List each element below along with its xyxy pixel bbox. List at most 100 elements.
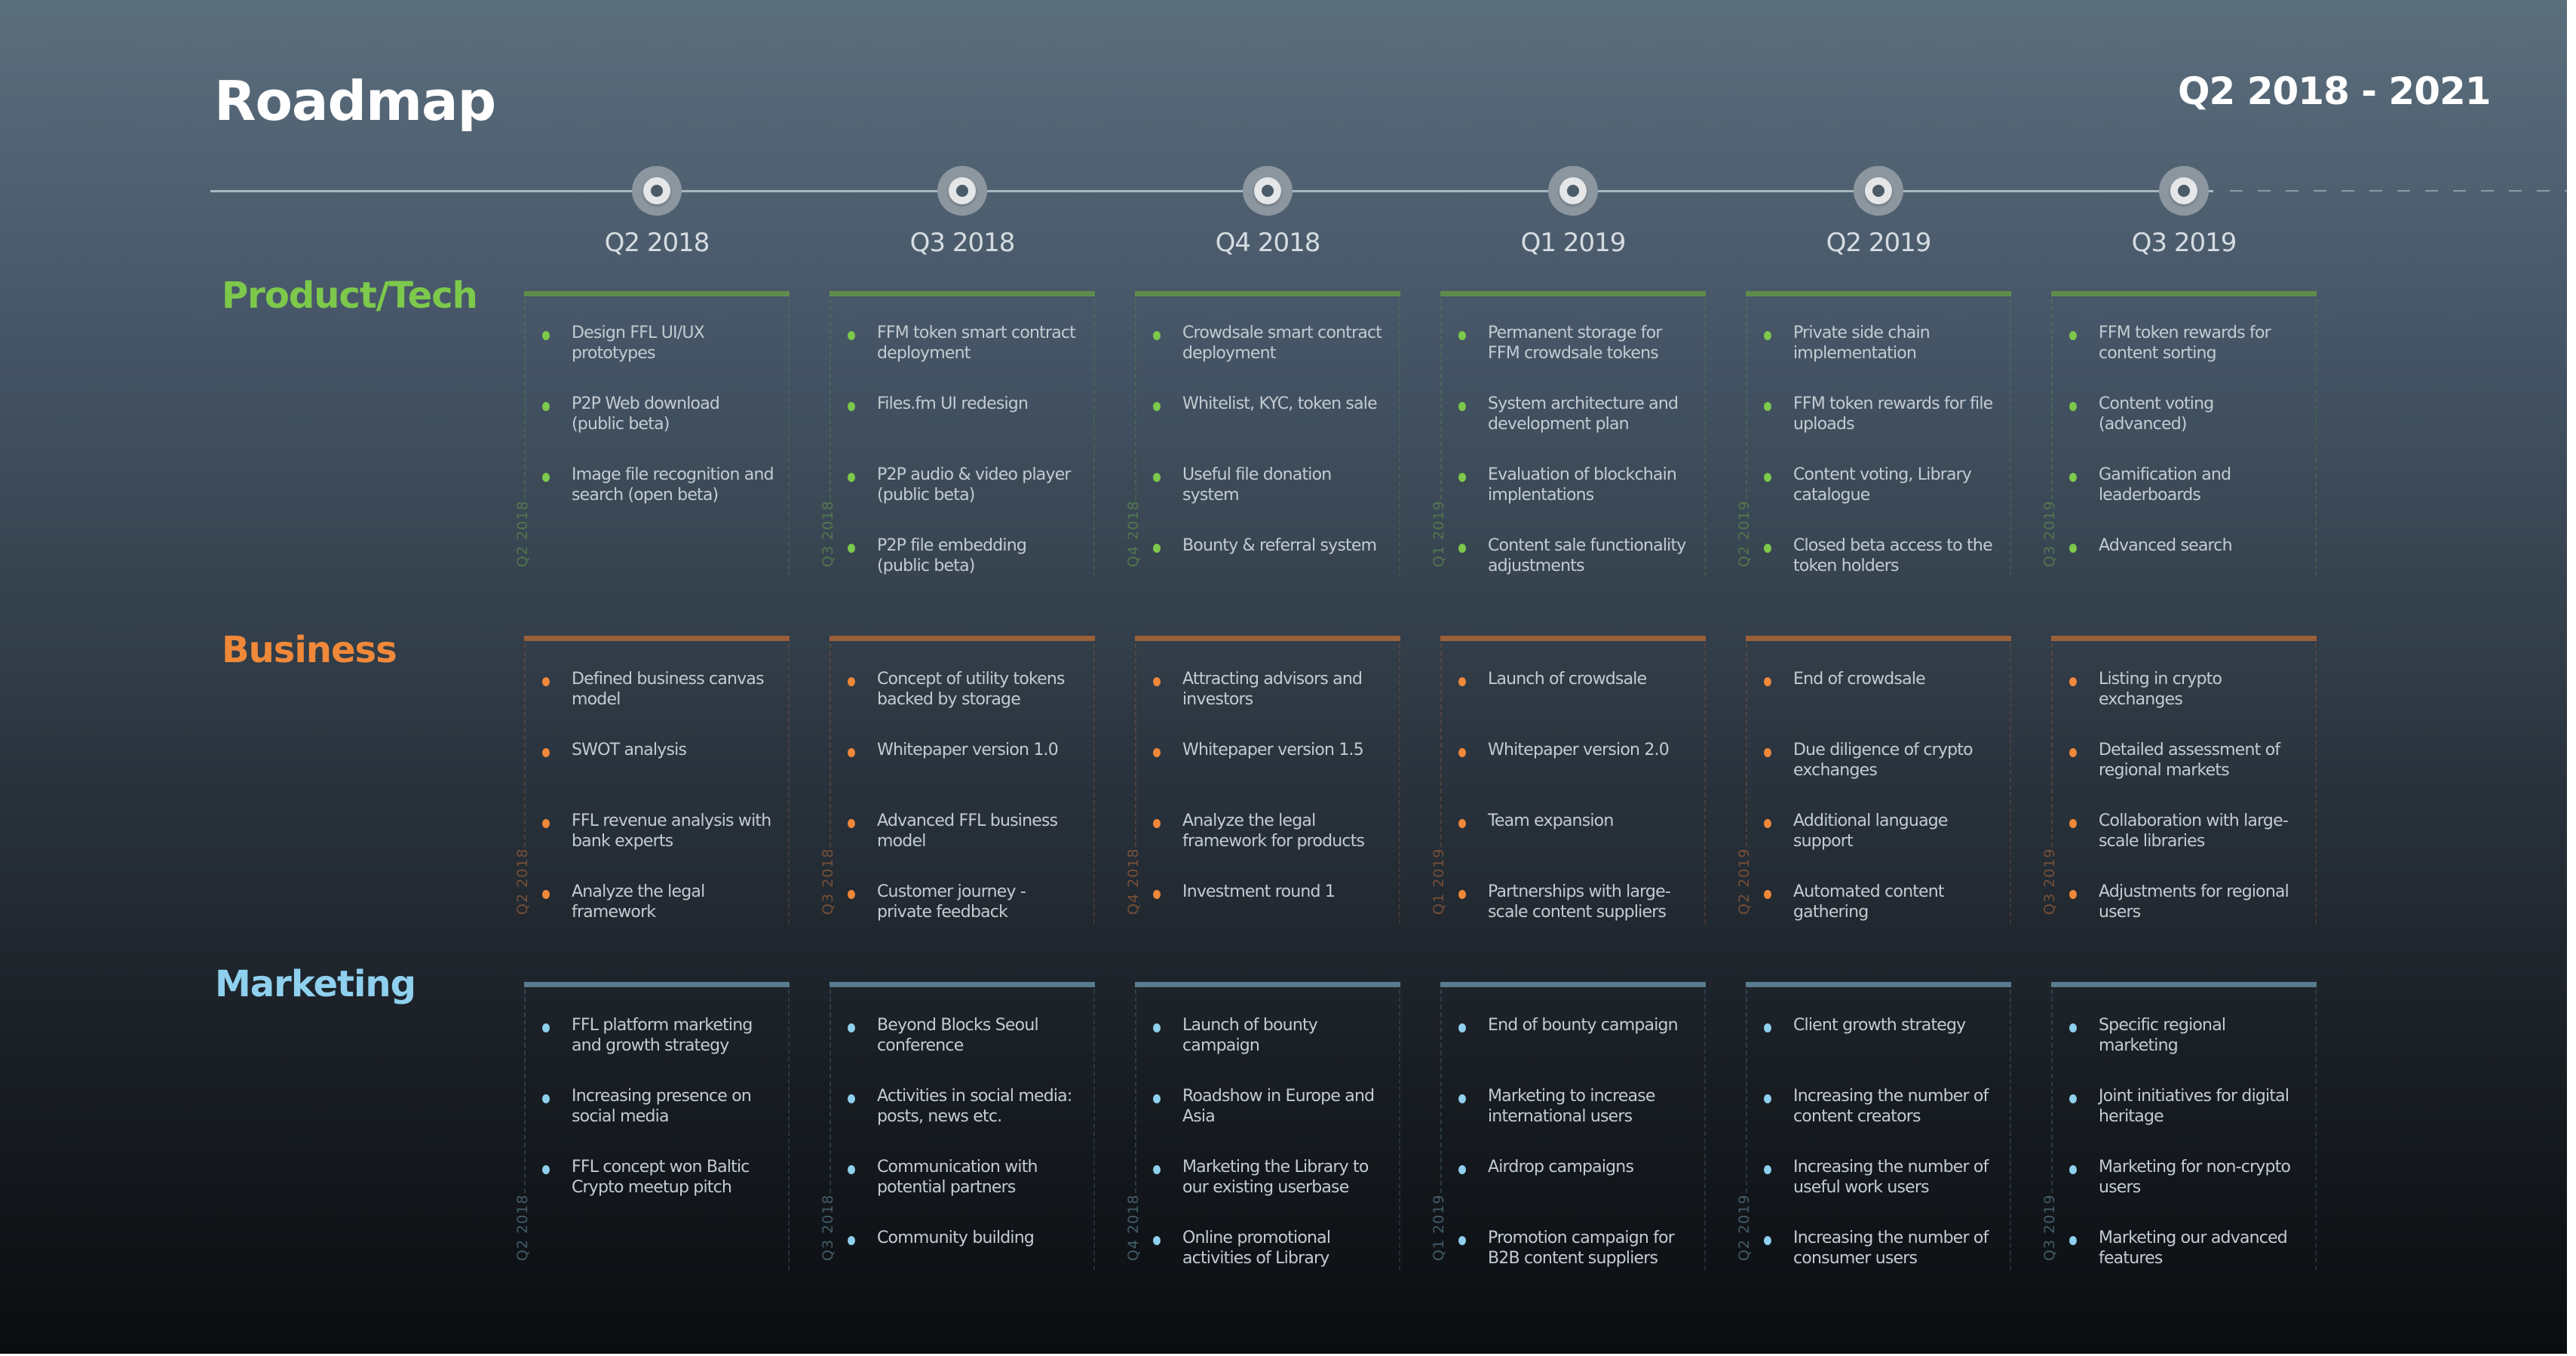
quarter-label: Q1 2019	[1520, 228, 1627, 258]
roadmap-item: P2P audio & video player (public beta)	[830, 465, 1095, 513]
roadmap-item: Partnerships with large-scale content su…	[1440, 882, 1706, 930]
roadmap-item: Whitelist, KYC, token sale	[1135, 394, 1400, 442]
roadmap-item-text: FFL platform marketing and growth strate…	[572, 1016, 753, 1055]
roadmap-item-text: Bounty & referral system	[1182, 536, 1377, 555]
bullet-icon	[1458, 819, 1466, 828]
bullet-icon	[2069, 1094, 2077, 1103]
roadmap-item: Communication with potential partners	[830, 1158, 1095, 1205]
roadmap-item: End of bounty campaign	[1440, 1016, 1706, 1063]
roadmap-item-text: Team expansion	[1488, 811, 1614, 830]
column-header-bar	[1746, 291, 2011, 296]
roadmap-item-text: Increasing the number of useful work use…	[1793, 1158, 1989, 1197]
section-label-product: Product/Tech	[222, 275, 478, 317]
roadmap-item-text: System architecture and development plan	[1488, 394, 1679, 434]
roadmap-item-text: Client growth strategy	[1793, 1016, 1966, 1035]
roadmap-item: Attracting advisors and investors	[1135, 670, 1400, 717]
roadmap-item-text: Marketing for non-crypto users	[2099, 1158, 2291, 1197]
roadmap-item: End of crowdsale	[1746, 670, 2011, 717]
roadmap-item: Additional language support	[1746, 811, 2011, 859]
roadmap-column-business: Q3 2019 Listing in crypto exchanges Detail…	[2041, 636, 2317, 924]
bullet-icon	[848, 1023, 855, 1032]
node-ring	[1559, 177, 1587, 204]
roadmap-item-text: Due diligence of crypto exchanges	[1793, 741, 1973, 780]
roadmap-item: Marketing our advanced features	[2051, 1229, 2317, 1276]
roadmap-item-text: End of bounty campaign	[1488, 1016, 1679, 1035]
bullet-icon	[2069, 1023, 2077, 1032]
bullet-icon	[1764, 544, 1771, 553]
roadmap-item: Advanced search	[2051, 536, 2317, 584]
bullet-icon	[2069, 748, 2077, 757]
roadmap-item-text: Additional language support	[1793, 811, 1948, 851]
roadmap-item: Advanced FFL business model	[830, 811, 1095, 859]
node-hole	[1872, 185, 1884, 197]
roadmap-item-text: Activities in social media: posts, news …	[877, 1087, 1072, 1126]
quarter-label: Q2 2019	[1826, 228, 1932, 258]
roadmap-column-business: Q3 2018 Concept of utility tokens backed …	[820, 636, 1095, 924]
column-header-bar	[830, 982, 1095, 987]
node-hole	[1262, 185, 1274, 197]
bullet-icon	[542, 890, 550, 899]
column-header-bar	[830, 291, 1095, 296]
bullet-icon	[1764, 748, 1771, 757]
roadmap-column-business: Q4 2018 Attracting advisors and investors…	[1125, 636, 1400, 924]
roadmap-column-product: Q1 2019 Permanent storage for FFM crowdsa…	[1431, 291, 1706, 577]
roadmap-item: Content voting (advanced)	[2051, 394, 2317, 442]
roadmap-item: Private side chain implementation	[1746, 324, 2011, 371]
bullet-icon	[1153, 1165, 1161, 1174]
bullet-icon	[542, 1094, 550, 1103]
roadmap-item-text: Useful file donation system	[1182, 465, 1332, 505]
roadmap-item: Files.fm UI redesign	[830, 394, 1095, 442]
roadmap-item-text: Analyze the legal framework for products	[1182, 811, 1365, 851]
column-header-bar	[1746, 636, 2011, 641]
bullet-icon	[1153, 331, 1161, 340]
roadmap-item-text: Launch of bounty campaign	[1182, 1016, 1318, 1055]
roadmap-item-text: Investment round 1	[1182, 882, 1336, 901]
roadmap-item-text: End of crowdsale	[1793, 670, 1926, 689]
bullet-icon	[848, 890, 855, 899]
column-header-bar	[1135, 291, 1400, 296]
node-hole	[2178, 185, 2190, 197]
roadmap-item: P2P Web download (public beta)	[524, 394, 790, 442]
roadmap-item-text: Whitepaper version 2.0	[1488, 741, 1670, 759]
roadmap-item-text: Content voting, Library catalogue	[1793, 465, 1972, 505]
roadmap-item: SWOT analysis	[524, 741, 790, 788]
roadmap-item: Marketing to increase international user…	[1440, 1087, 1706, 1134]
roadmap-item-text: Roadshow in Europe and Asia	[1182, 1087, 1375, 1126]
roadmap-item: FFL revenue analysis with bank experts	[524, 811, 790, 859]
roadmap-item-text: Permanent storage for FFM crowdsale toke…	[1488, 324, 1662, 363]
roadmap-item-text: Specific regional marketing	[2099, 1016, 2226, 1055]
roadmap-column-marketing: Q2 2019 Client growth strategy Increasing …	[1736, 982, 2011, 1270]
roadmap-item: Marketing for non-crypto users	[2051, 1158, 2317, 1205]
roadmap-item-text: FFL revenue analysis with bank experts	[572, 811, 771, 851]
bullet-icon	[1153, 473, 1161, 482]
bullet-icon	[848, 1165, 855, 1174]
bullet-icon	[848, 677, 855, 686]
column-header-bar	[1440, 982, 1706, 987]
bullet-icon	[1458, 748, 1466, 757]
node-hole	[651, 185, 663, 197]
bullet-icon	[2069, 1165, 2077, 1174]
column-header-bar	[1440, 636, 1706, 641]
roadmap-item-text: Increasing the number of content creator…	[1793, 1087, 1989, 1126]
roadmap-item: Increasing the number of content creator…	[1746, 1087, 2011, 1134]
roadmap-item: Evaluation of blockchain implentations	[1440, 465, 1706, 513]
bullet-icon	[1458, 677, 1466, 686]
bullet-icon	[848, 819, 855, 828]
roadmap-item: FFM token rewards for file uploads	[1746, 394, 2011, 442]
roadmap-item-text: Files.fm UI redesign	[877, 394, 1029, 413]
roadmap-item: Bounty & referral system	[1135, 536, 1400, 584]
roadmap-column-marketing: Q2 2018 FFL platform marketing and growth…	[514, 982, 790, 1270]
column-header-bar	[2051, 982, 2317, 987]
bullet-icon	[1458, 1236, 1466, 1245]
roadmap-column-marketing: Q3 2019 Specific regional marketing Joint …	[2041, 982, 2317, 1270]
roadmap-item-text: Whitelist, KYC, token sale	[1182, 394, 1378, 413]
roadmap-item: Crowdsale smart contract deployment	[1135, 324, 1400, 371]
roadmap-item: Detailed assessment of regional markets	[2051, 741, 2317, 788]
roadmap-item-text: Whitepaper version 1.0	[877, 741, 1059, 759]
roadmap-item: Whitepaper version 1.0	[830, 741, 1095, 788]
roadmap-item: Customer journey - private feedback	[830, 882, 1095, 930]
roadmap-item: Automated content gathering	[1746, 882, 2011, 930]
roadmap-item: Beyond Blocks Seoul conference	[830, 1016, 1095, 1063]
bullet-icon	[542, 1023, 550, 1032]
bullet-icon	[1764, 1165, 1771, 1174]
